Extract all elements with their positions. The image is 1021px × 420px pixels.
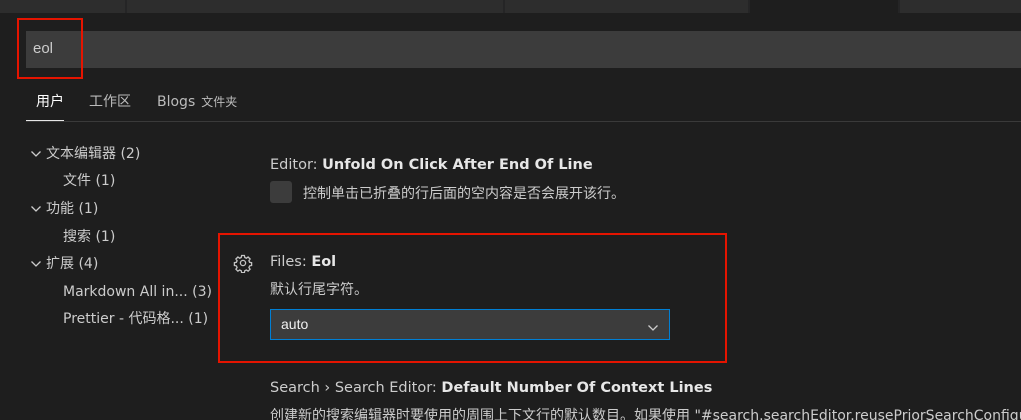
setting-name: Unfold On Click After End Of Line	[322, 157, 593, 173]
toc-item-count: (1)	[95, 173, 116, 189]
gear-icon[interactable]	[233, 253, 253, 274]
setting-description: 默认行尾字符。	[270, 282, 368, 298]
toc-item-label: 功能	[46, 201, 74, 217]
tab-folder-label: Blogs	[157, 94, 196, 110]
toc-item-count: (1)	[188, 311, 209, 327]
toc-item-files[interactable]: 文件 (1)	[63, 170, 115, 192]
editor-tab[interactable]	[900, 0, 1021, 13]
toc-item-count: (4)	[78, 256, 99, 272]
tab-user[interactable]: 用户	[26, 90, 64, 121]
toc-item-label: 扩展	[46, 256, 74, 272]
editor-tab-strip	[0, 0, 1021, 13]
setting-search-editor-context-lines: Search › Search Editor: Default Number O…	[270, 380, 1021, 420]
tab-folder[interactable]: Blogs 文件夹	[157, 90, 237, 121]
setting-checkbox[interactable]	[270, 181, 292, 203]
setting-title: Search › Search Editor: Default Number O…	[270, 380, 712, 396]
select-value: auto	[281, 316, 309, 332]
toc-item-label: Markdown All in...	[63, 284, 188, 300]
chevron-down-icon	[30, 198, 46, 220]
setting-category: Editor:	[270, 157, 323, 173]
toc-item-features[interactable]: 功能 (1)	[30, 198, 98, 220]
setting-category: Search › Search Editor:	[270, 380, 442, 396]
setting-name: Eol	[311, 254, 337, 270]
setting-editor-unfold-on-click: Editor: Unfold On Click After End Of Lin…	[270, 157, 625, 203]
toc-item-markdown-all-in-one[interactable]: Markdown All in... (3)	[63, 281, 212, 303]
chevron-down-icon	[30, 253, 46, 275]
toc-item-label: 文件	[63, 173, 91, 189]
tab-folder-sublabel: 文件夹	[201, 95, 238, 109]
chevron-down-icon	[30, 143, 46, 165]
setting-description: 控制单击已折叠的行后面的空内容是否会展开该行。	[303, 186, 625, 202]
toc-item-label: 文本编辑器	[46, 146, 116, 162]
toc-item-text-editor[interactable]: 文本编辑器 (2)	[30, 143, 140, 165]
toc-item-label: Prettier - 代码格...	[63, 311, 184, 327]
setting-name: Default Number Of Context Lines	[441, 380, 713, 396]
tabs-divider	[26, 121, 1021, 122]
toc-item-count: (3)	[192, 284, 212, 300]
editor-tab[interactable]	[127, 0, 503, 13]
toc-item-extensions[interactable]: 扩展 (4)	[30, 253, 98, 275]
settings-editor: eol 用户 工作区 Blogs 文件夹 文本编辑器 (2) 文件 (1) 功能 …	[0, 0, 1021, 420]
tab-workspace[interactable]: 工作区	[89, 90, 131, 121]
chevron-down-icon	[647, 319, 659, 338]
editor-tab[interactable]	[505, 0, 748, 13]
editor-tab-active[interactable]	[750, 0, 898, 13]
toc-item-count: (2)	[120, 146, 141, 162]
setting-files-eol: Files: Eol 默认行尾字符。 auto	[270, 254, 670, 340]
toc-item-search[interactable]: 搜索 (1)	[63, 226, 115, 248]
toc-item-label: 搜索	[63, 229, 91, 245]
search-input-value: eol	[33, 40, 54, 57]
setting-category: Files:	[270, 254, 312, 270]
setting-description: 创建新的搜索编辑器时要使用的周围上下文行的默认数目。如果使用 "#search.…	[270, 408, 1021, 420]
setting-title: Files: Eol	[270, 254, 336, 270]
editor-tab[interactable]	[0, 0, 125, 13]
settings-search-input[interactable]: eol	[26, 31, 1021, 68]
eol-select[interactable]: auto	[270, 309, 670, 340]
toc-item-prettier[interactable]: Prettier - 代码格... (1)	[63, 308, 208, 330]
setting-title: Editor: Unfold On Click After End Of Lin…	[270, 157, 593, 173]
toc-item-count: (1)	[95, 229, 116, 245]
toc-item-count: (1)	[78, 201, 99, 217]
